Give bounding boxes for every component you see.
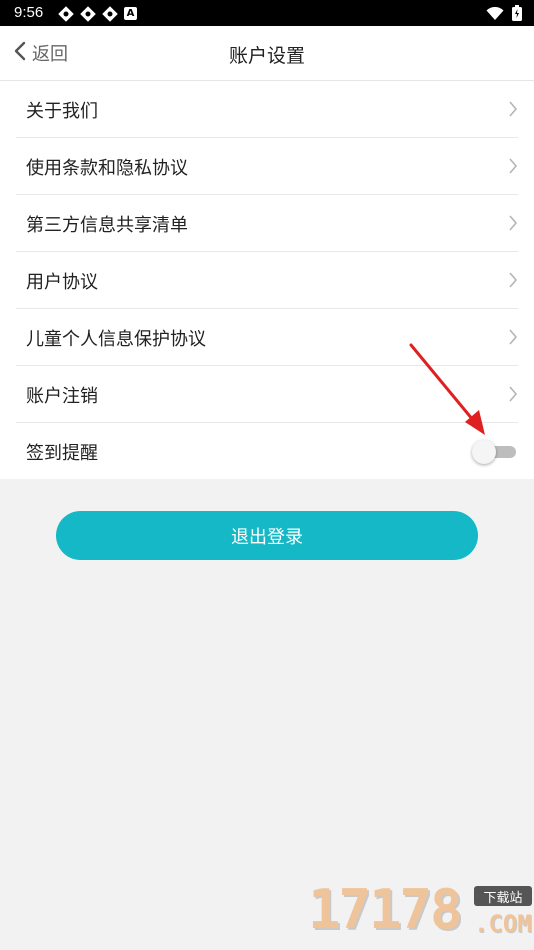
chevron-right-icon <box>508 214 518 236</box>
status-bar: 9:56 A <box>0 0 534 26</box>
settings-item-label: 第三方信息共享清单 <box>26 215 188 236</box>
a-app-icon: A <box>124 7 137 20</box>
chevron-right-icon <box>508 385 518 407</box>
settings-item-terms-privacy[interactable]: 使用条款和隐私协议 <box>16 138 518 195</box>
app-notification-icon <box>80 6 96 26</box>
settings-item-label: 使用条款和隐私协议 <box>26 158 188 179</box>
app-header: 返回 账户设置 <box>0 26 534 81</box>
notification-icons: A <box>58 6 137 26</box>
chevron-right-icon <box>508 157 518 179</box>
settings-item-about-us[interactable]: 关于我们 <box>16 81 518 138</box>
toggle-knob <box>472 440 496 464</box>
wifi-icon <box>486 6 504 25</box>
watermark-digits: 17178 <box>308 878 463 941</box>
settings-item-label: 账户注销 <box>26 386 98 407</box>
chevron-right-icon <box>508 271 518 293</box>
page-title: 账户设置 <box>228 45 305 67</box>
settings-item-label: 签到提醒 <box>26 443 98 464</box>
status-time: 9:56 <box>14 4 44 21</box>
settings-item-user-agreement[interactable]: 用户协议 <box>16 252 518 309</box>
battery-icon <box>512 5 522 25</box>
system-indicators <box>486 5 522 25</box>
settings-item-label: 关于我们 <box>26 101 98 122</box>
logout-button[interactable]: 退出登录 <box>56 511 478 560</box>
app-notification-icon <box>102 6 118 26</box>
chevron-right-icon <box>508 328 518 350</box>
settings-item-label: 儿童个人信息保护协议 <box>26 329 206 350</box>
settings-item-label: 用户协议 <box>26 272 98 293</box>
app-notification-icon <box>58 6 74 26</box>
checkin-reminder-toggle[interactable] <box>472 440 518 464</box>
watermark-badge: 下载站 <box>474 886 532 906</box>
chevron-right-icon <box>508 100 518 122</box>
annotation-arrow-icon <box>409 343 485 435</box>
watermark-suffix: .COM <box>474 910 532 938</box>
settings-item-third-party-sharing[interactable]: 第三方信息共享清单 <box>16 195 518 252</box>
